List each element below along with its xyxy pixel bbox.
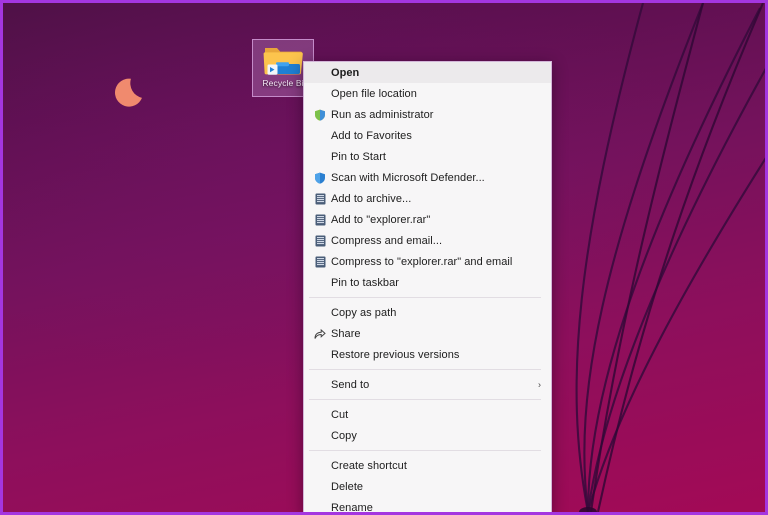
menu-item-label: Pin to Start [331, 150, 387, 163]
menu-item-restore-previous-versions[interactable]: Restore previous versions [304, 344, 551, 365]
menu-item-label: Rename [331, 501, 373, 514]
menu-item-copy-as-path[interactable]: Copy as path [304, 302, 551, 323]
menu-icon-placeholder [309, 479, 331, 495]
menu-item-label: Scan with Microsoft Defender... [331, 171, 485, 184]
menu-item-pin-to-taskbar[interactable]: Pin to taskbar [304, 272, 551, 293]
menu-item-add-to-archive[interactable]: Add to archive... [304, 188, 551, 209]
uac-shield-icon [309, 107, 331, 123]
menu-item-create-shortcut[interactable]: Create shortcut [304, 455, 551, 476]
menu-item-open-file-location[interactable]: Open file location [304, 83, 551, 104]
menu-item-label: Compress to "explorer.rar" and email [331, 255, 513, 268]
menu-icon-placeholder [309, 86, 331, 102]
chevron-right-icon: › [538, 379, 541, 389]
menu-item-delete[interactable]: Delete [304, 476, 551, 497]
screenshot-frame: Recycle Bi Open Open file location Run as … [0, 0, 768, 515]
menu-item-compress-to-explorer-rar-and-email[interactable]: Compress to "explorer.rar" and email [304, 251, 551, 272]
winrar-icon [309, 254, 331, 270]
menu-item-label: Copy as path [331, 306, 397, 319]
menu-item-label: Run as administrator [331, 108, 434, 121]
menu-item-scan-with-microsoft-defender[interactable]: Scan with Microsoft Defender... [304, 167, 551, 188]
menu-item-label: Add to archive... [331, 192, 412, 205]
menu-separator [309, 297, 541, 298]
menu-item-label: Send to [331, 378, 370, 391]
menu-item-compress-and-email[interactable]: Compress and email... [304, 230, 551, 251]
menu-item-label: Compress and email... [331, 234, 443, 247]
winrar-icon [309, 212, 331, 228]
menu-item-pin-to-start[interactable]: Pin to Start [304, 146, 551, 167]
menu-separator [309, 450, 541, 451]
menu-item-share[interactable]: Share [304, 323, 551, 344]
menu-item-label: Open file location [331, 87, 417, 100]
menu-item-rename[interactable]: Rename [304, 497, 551, 514]
context-menu[interactable]: Open Open file location Run as administrat… [303, 61, 552, 514]
menu-item-label: Cut [331, 408, 349, 421]
menu-icon-placeholder [309, 347, 331, 363]
share-icon [309, 326, 331, 342]
menu-icon-placeholder [309, 149, 331, 165]
menu-separator [309, 369, 541, 370]
menu-item-label: Delete [331, 480, 364, 493]
menu-item-send-to[interactable]: Send to › [304, 374, 551, 395]
menu-item-label: Pin to taskbar [331, 276, 399, 289]
menu-item-label: Restore previous versions [331, 348, 460, 361]
menu-item-label: Add to "explorer.rar" [331, 213, 431, 226]
menu-item-add-to-explorer-rar[interactable]: Add to "explorer.rar" [304, 209, 551, 230]
menu-item-label: Copy [331, 429, 357, 442]
menu-item-label: Open [331, 66, 360, 79]
menu-icon-placeholder [309, 458, 331, 474]
menu-item-label: Create shortcut [331, 459, 407, 472]
menu-icon-placeholder [309, 407, 331, 423]
defender-shield-icon [309, 170, 331, 186]
winrar-icon [309, 233, 331, 249]
menu-icon-placeholder [309, 500, 331, 513]
menu-item-add-to-favorites[interactable]: Add to Favorites [304, 125, 551, 146]
winrar-icon [309, 191, 331, 207]
menu-icon-placeholder [309, 128, 331, 144]
menu-item-run-as-administrator[interactable]: Run as administrator [304, 104, 551, 125]
menu-item-label: Share [331, 327, 361, 340]
context-menu-item-list: Open Open file location Run as administrat… [304, 62, 551, 514]
file-explorer-icon [263, 43, 303, 76]
menu-item-label: Add to Favorites [331, 129, 412, 142]
menu-separator [309, 399, 541, 400]
menu-icon-placeholder [309, 377, 331, 393]
menu-item-open[interactable]: Open [304, 62, 551, 83]
crescent-moon-decoration [115, 78, 142, 107]
menu-item-copy[interactable]: Copy [304, 425, 551, 446]
menu-icon-placeholder [309, 305, 331, 321]
menu-icon-placeholder [309, 275, 331, 291]
menu-icon-placeholder [309, 428, 331, 444]
desktop-icon-label: Recycle Bi [262, 78, 304, 88]
menu-icon-placeholder [309, 65, 331, 81]
menu-item-cut[interactable]: Cut [304, 404, 551, 425]
